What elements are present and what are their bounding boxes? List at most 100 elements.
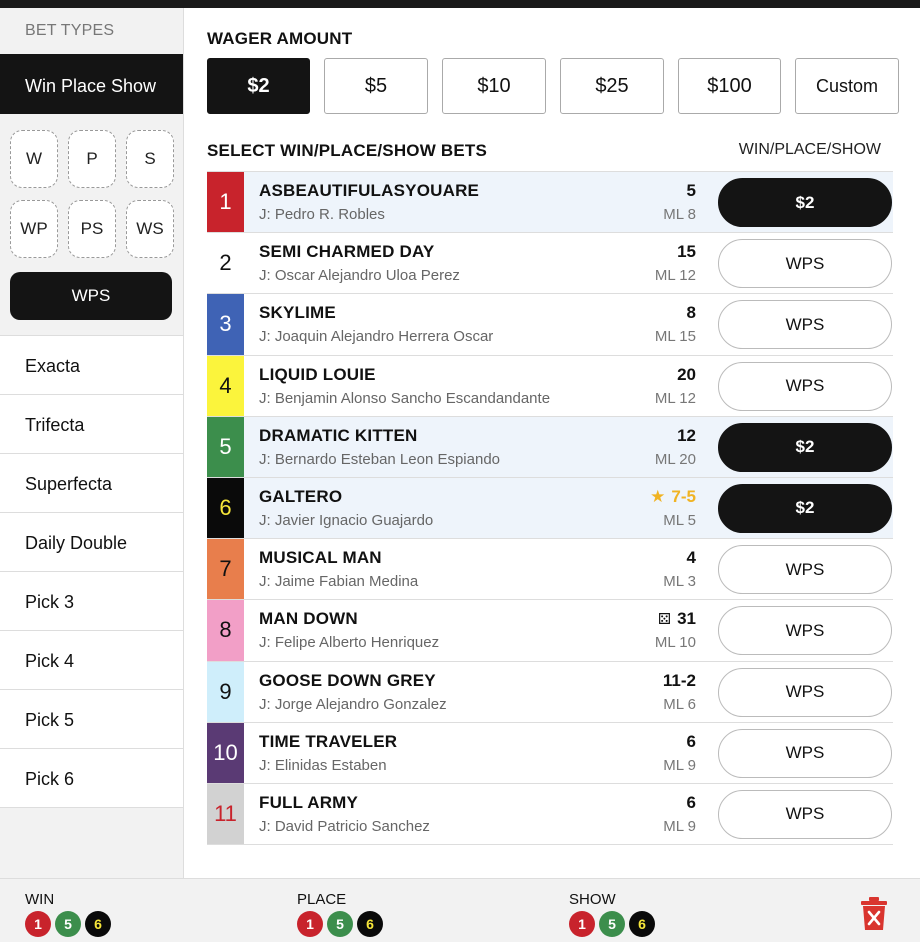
current-odds: 12 bbox=[677, 426, 696, 446]
saddle-cloth-number: 8 bbox=[207, 600, 244, 661]
top-bar bbox=[0, 0, 920, 8]
wps-bet-button[interactable]: WPS bbox=[718, 728, 892, 778]
current-odds: ★ 7-5 bbox=[650, 487, 696, 507]
jockey-name: J: Felipe Alberto Henriquez bbox=[259, 634, 440, 652]
selected-runner-chip: 1 bbox=[297, 911, 323, 937]
subtype-wps-button[interactable]: WPS bbox=[10, 272, 172, 320]
subtype-wp-button[interactable]: WP bbox=[10, 200, 58, 258]
runner-row: 8 MAN DOWN J: Felipe Alberto Henriquez ⚄ 31 M… bbox=[207, 600, 893, 662]
saddle-cloth-number: 5 bbox=[207, 416, 244, 477]
trash-icon[interactable] bbox=[860, 897, 888, 931]
runner-row: 6 GALTERO J: Javier Ignacio Guajardo ★ 7-5 ML… bbox=[207, 477, 893, 540]
horse-name: MAN DOWN bbox=[259, 609, 358, 629]
current-odds: 4 bbox=[687, 548, 696, 568]
saddle-cloth-number: 4 bbox=[207, 355, 244, 416]
saddle-cloth-number: 3 bbox=[207, 294, 244, 355]
bet-type-pick-4[interactable]: Pick 4 bbox=[0, 631, 183, 690]
runner-row: 5 DRAMATIC KITTEN J: Bernardo Esteban Leon… bbox=[207, 416, 893, 478]
odds-value: 7-5 bbox=[671, 486, 696, 506]
footer-win-chips: 156 bbox=[25, 911, 111, 937]
current-odds: 20 bbox=[677, 365, 696, 385]
wps-bet-button[interactable]: WPS bbox=[718, 606, 892, 656]
odds-value: 15 bbox=[677, 242, 696, 262]
jockey-name: J: Joaquin Alejandro Herrera Oscar bbox=[259, 328, 494, 346]
bet-type-daily-double[interactable]: Daily Double bbox=[0, 513, 183, 572]
bet-type-pick-6[interactable]: Pick 6 bbox=[0, 749, 183, 808]
wps-bet-button[interactable]: WPS bbox=[718, 789, 892, 839]
horse-name: SKYLIME bbox=[259, 303, 336, 323]
horse-name: DRAMATIC KITTEN bbox=[259, 425, 418, 445]
subtype-p-button[interactable]: P bbox=[68, 130, 116, 188]
runner-row: 10 TIME TRAVELER J: Elinidas Estaben 6 ML 9 W… bbox=[207, 722, 893, 784]
wps-bet-button[interactable]: $2 bbox=[718, 178, 892, 227]
wps-bet-button[interactable]: WPS bbox=[718, 361, 892, 411]
subtype-ps-button[interactable]: PS bbox=[68, 200, 116, 258]
dice-icon: ⚄ bbox=[658, 611, 672, 629]
runner-row: 2 SEMI CHARMED DAY J: Oscar Alejandro Uloa… bbox=[207, 233, 893, 295]
jockey-name: J: Elinidas Estaben bbox=[259, 756, 387, 774]
select-bets-title: SELECT WIN/PLACE/SHOW BETS bbox=[207, 141, 488, 160]
saddle-cloth-number: 10 bbox=[207, 722, 244, 783]
wager-5-button[interactable]: $5 bbox=[324, 58, 428, 114]
jockey-name: J: Javier Ignacio Guajardo bbox=[259, 511, 434, 529]
runner-row: 1 ASBEAUTIFULASYOUARE J: Pedro R. Robles 5 M… bbox=[207, 172, 893, 234]
wps-bet-button[interactable]: $2 bbox=[718, 422, 892, 472]
bet-type-pick-3[interactable]: Pick 3 bbox=[0, 572, 183, 631]
morning-line-odds: ML 5 bbox=[663, 511, 696, 529]
horse-name: TIME TRAVELER bbox=[259, 731, 398, 751]
saddle-cloth-number: 11 bbox=[207, 783, 244, 845]
bet-types-sidebar: BET TYPES Win Place Show W P S WP PS WS … bbox=[0, 8, 184, 878]
footer-place-label: PLACE bbox=[297, 891, 347, 908]
wps-bet-button[interactable]: WPS bbox=[718, 239, 892, 289]
morning-line-odds: ML 12 bbox=[654, 267, 696, 285]
runner-row: 7 MUSICAL MAN J: Jaime Fabian Medina 4 ML 3 W… bbox=[207, 539, 893, 601]
selected-runner-chip: 6 bbox=[629, 911, 655, 937]
wager-10-button[interactable]: $10 bbox=[442, 58, 546, 114]
wps-bet-button[interactable]: WPS bbox=[718, 545, 892, 595]
footer-show-label: SHOW bbox=[569, 891, 616, 908]
odds-value: 31 bbox=[677, 609, 696, 629]
odds-value: 20 bbox=[677, 364, 696, 384]
subtype-s-button[interactable]: S bbox=[126, 130, 174, 188]
runner-row: 11 FULL ARMY J: David Patricio Sanchez 6 ML … bbox=[207, 783, 893, 846]
current-odds: 5 bbox=[687, 181, 696, 201]
wps-bet-button[interactable]: WPS bbox=[718, 667, 892, 717]
current-odds: ⚄ 31 bbox=[658, 609, 696, 629]
selected-runner-chip: 6 bbox=[357, 911, 383, 937]
horse-name: LIQUID LOUIE bbox=[259, 364, 376, 384]
wps-bet-button[interactable]: WPS bbox=[718, 300, 892, 350]
odds-value: 5 bbox=[686, 181, 696, 200]
bet-type-exacta[interactable]: Exacta bbox=[0, 336, 183, 395]
horse-name: SEMI CHARMED DAY bbox=[259, 242, 435, 262]
horse-name: GALTERO bbox=[259, 486, 343, 506]
wager-2-button[interactable]: $2 bbox=[207, 58, 310, 114]
subtype-w-button[interactable]: W bbox=[10, 130, 58, 188]
wps-subtype-grid: W P S WP PS WS WPS bbox=[0, 114, 183, 336]
footer-win-group: WIN 156 bbox=[25, 891, 111, 937]
wager-custom-button[interactable]: Custom bbox=[795, 58, 899, 114]
current-odds: 6 bbox=[687, 732, 696, 752]
morning-line-odds: ML 3 bbox=[663, 573, 696, 591]
runner-row: 4 LIQUID LOUIE J: Benjamin Alonso Sancho E… bbox=[207, 355, 893, 417]
bet-type-pick-5[interactable]: Pick 5 bbox=[0, 690, 183, 749]
footer-show-chips: 156 bbox=[569, 911, 655, 937]
morning-line-odds: ML 6 bbox=[663, 695, 696, 713]
selected-runner-chip: 5 bbox=[55, 911, 81, 937]
bet-type-superfecta[interactable]: Superfecta bbox=[0, 454, 183, 513]
selected-runner-chip: 1 bbox=[25, 911, 51, 937]
odds-value: 11-2 bbox=[662, 670, 696, 690]
current-odds: 8 bbox=[687, 303, 696, 323]
runner-list: 1 ASBEAUTIFULASYOUARE J: Pedro R. Robles 5 M… bbox=[207, 171, 893, 846]
odds-value: 4 bbox=[686, 548, 696, 568]
bet-type-win-place-show[interactable]: Win Place Show bbox=[0, 54, 183, 122]
saddle-cloth-number: 1 bbox=[207, 172, 244, 233]
wager-25-button[interactable]: $25 bbox=[560, 58, 664, 114]
jockey-name: J: Benjamin Alonso Sancho Escandandante bbox=[259, 389, 551, 407]
jockey-name: J: Pedro R. Robles bbox=[259, 206, 385, 223]
wps-bet-button[interactable]: $2 bbox=[718, 483, 892, 533]
current-odds: 11-2 bbox=[663, 671, 696, 691]
morning-line-odds: ML 20 bbox=[654, 450, 696, 468]
bet-type-trifecta[interactable]: Trifecta bbox=[0, 395, 183, 454]
subtype-ws-button[interactable]: WS bbox=[126, 200, 174, 258]
wager-100-button[interactable]: $100 bbox=[678, 58, 781, 114]
